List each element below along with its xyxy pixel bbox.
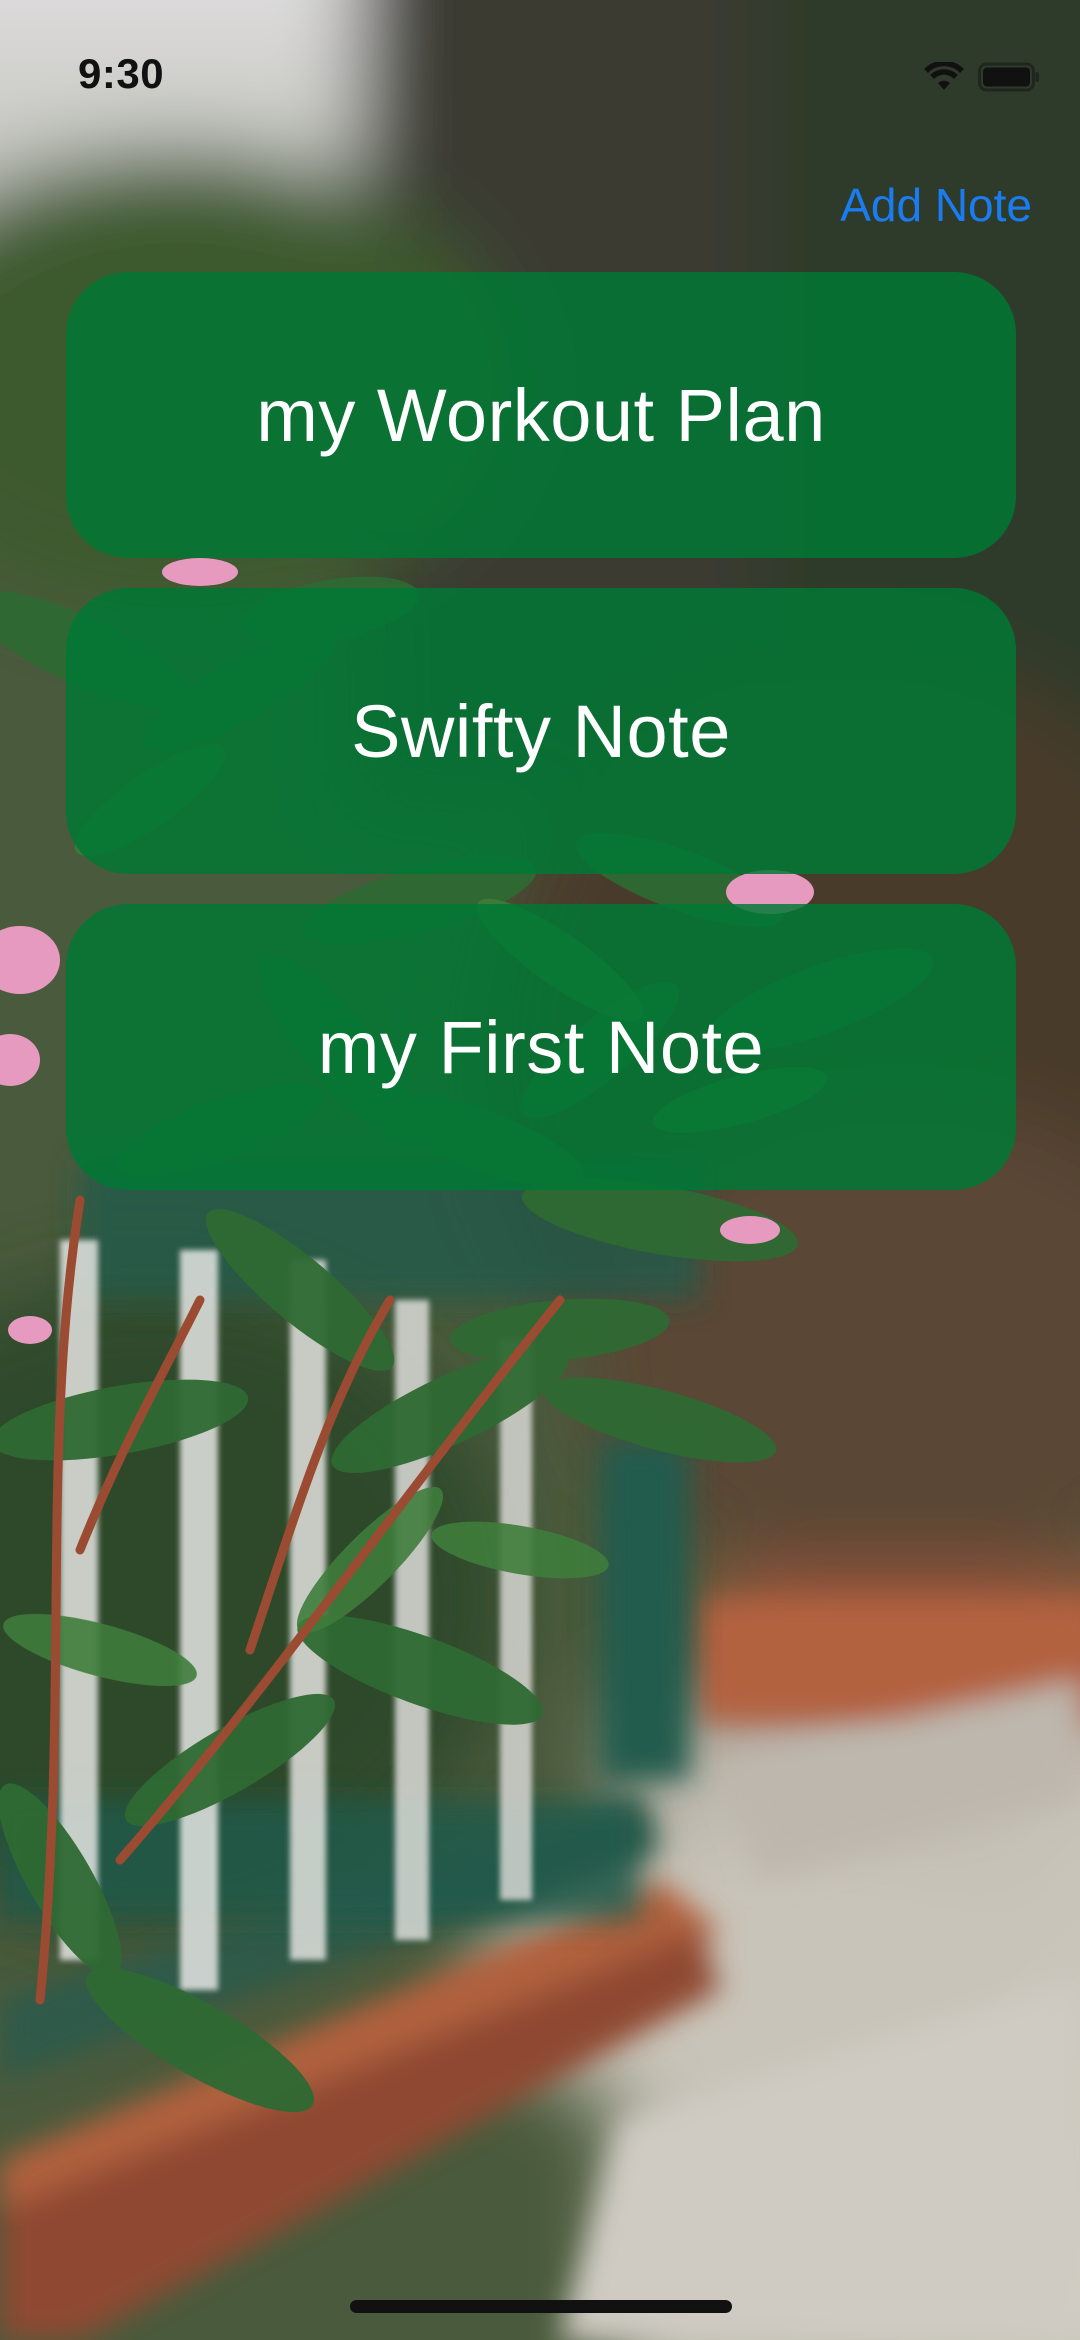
- notes-list: my Workout Plan Swifty Note my First Not…: [66, 272, 1016, 1190]
- status-time: 9:30: [78, 50, 165, 97]
- note-title: Swifty Note: [351, 689, 731, 773]
- note-title: my First Note: [317, 1005, 765, 1089]
- note-card[interactable]: my First Note: [66, 904, 1016, 1190]
- note-title: my Workout Plan: [256, 373, 826, 457]
- home-indicator[interactable]: [350, 2300, 732, 2313]
- note-card[interactable]: Swifty Note: [66, 588, 1016, 874]
- status-icons: [924, 62, 1040, 92]
- add-note-button[interactable]: Add Note: [840, 178, 1032, 232]
- note-card[interactable]: my Workout Plan: [66, 272, 1016, 558]
- wifi-icon: [924, 62, 964, 90]
- battery-icon: [978, 62, 1039, 92]
- status-bar: 9:30: [0, 0, 1080, 150]
